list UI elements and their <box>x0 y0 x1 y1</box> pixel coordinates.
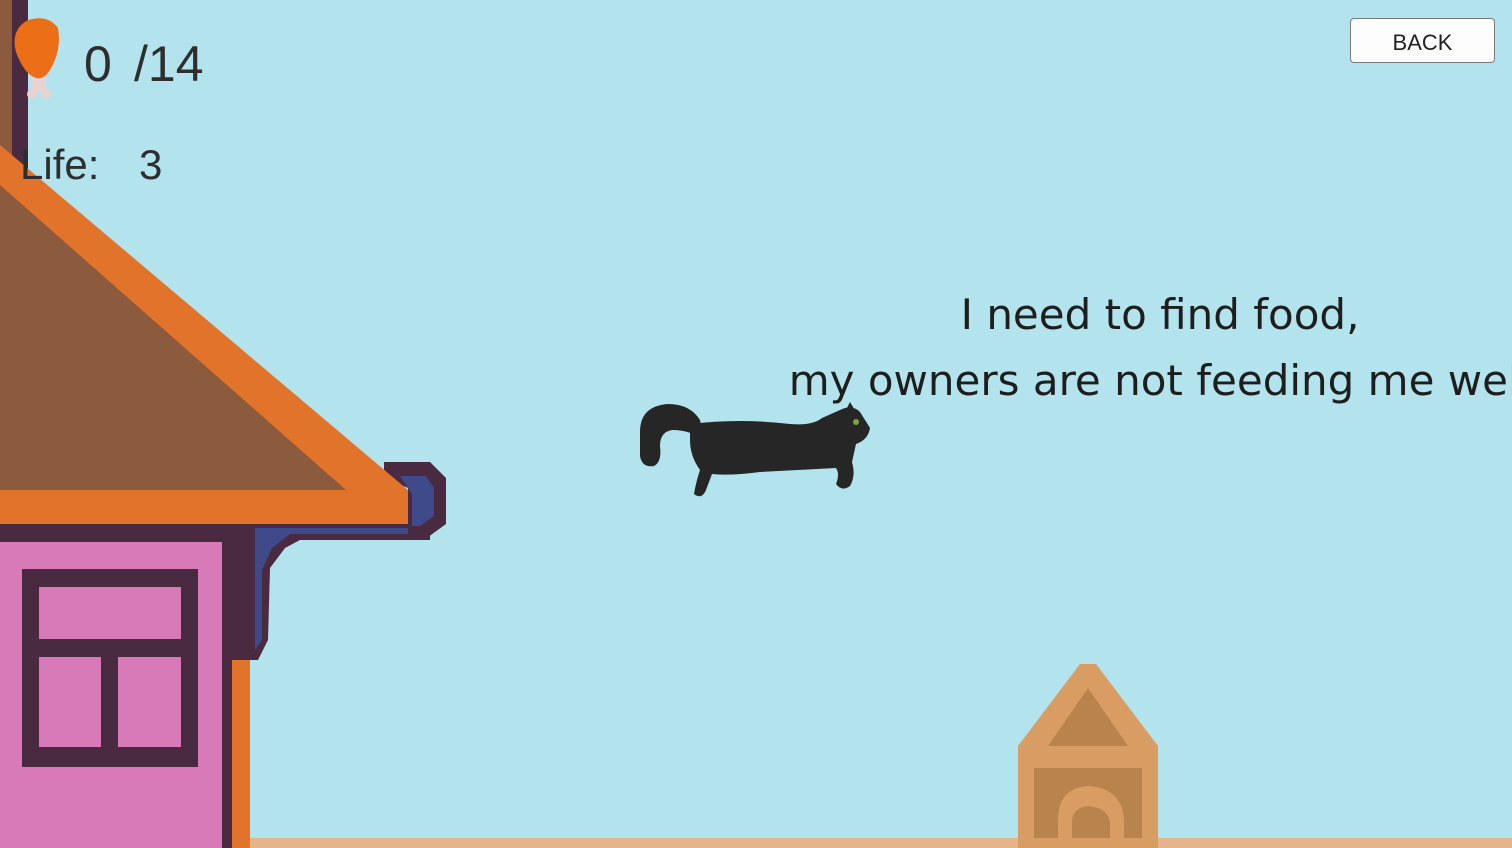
house-roof <box>0 185 346 490</box>
game-scene: 0 /14 Life: 3 BACK I need to find food, … <box>0 0 1512 848</box>
doghouse <box>1018 664 1158 848</box>
back-button[interactable]: BACK <box>1350 18 1495 63</box>
cat-player <box>640 402 870 497</box>
dialog-line-1: I need to find food, <box>960 290 1360 339</box>
food-total-count: /14 <box>134 36 204 92</box>
life-label: Life: <box>20 141 100 188</box>
cat-eye <box>853 419 859 425</box>
dialog-text: I need to find food, my owners are not f… <box>780 282 1512 414</box>
house-window <box>22 569 198 767</box>
dialog-line-2: my owners are not feeding me well <box>788 356 1512 405</box>
house <box>0 0 446 848</box>
game-world <box>0 0 1512 848</box>
cat-body <box>690 407 870 497</box>
food-collected-count: 0 <box>84 36 112 92</box>
life-value: 3 <box>139 141 163 188</box>
